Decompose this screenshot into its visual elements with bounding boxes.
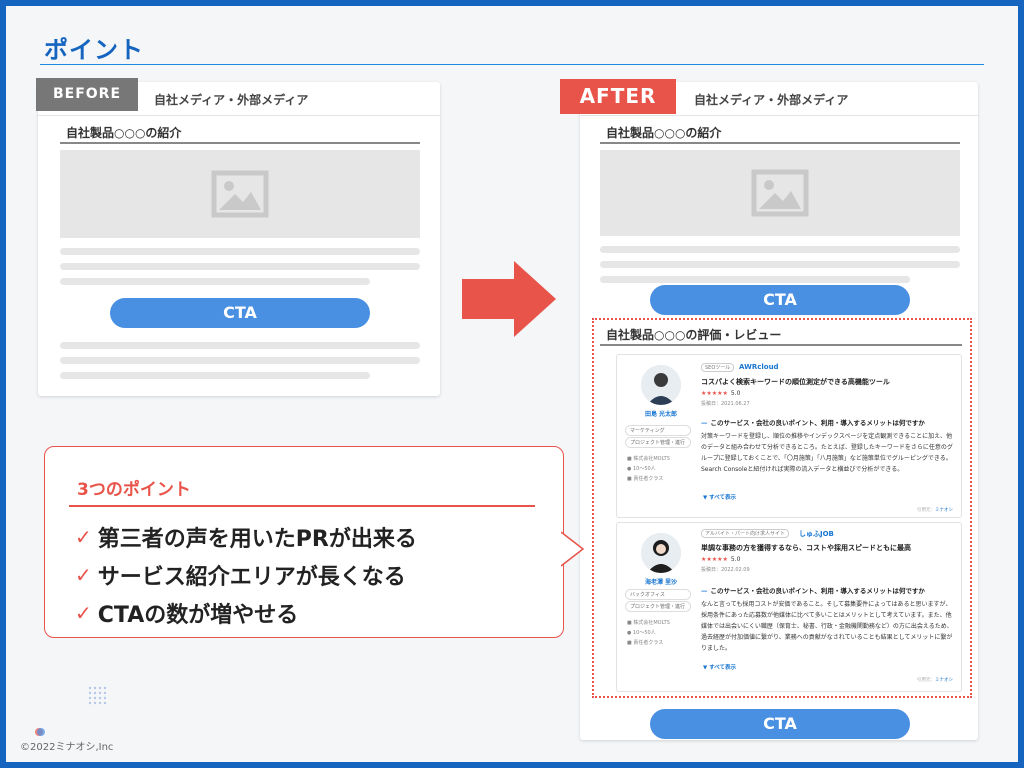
after-section-title: 自社製品○○○の紹介	[600, 124, 960, 144]
avatar	[641, 533, 681, 573]
callout-tail	[561, 531, 585, 567]
check-icon: ✓	[75, 525, 92, 549]
review-headline: 単調な事務の方を獲得するなら、コストや採用スピードともに最高	[701, 544, 911, 552]
before-header-text: 自社メディア・外部メディア	[154, 93, 309, 107]
text-line	[60, 278, 370, 285]
reviewer-role: ■ 責任者クラス	[627, 476, 664, 482]
right-arrow-icon	[462, 261, 556, 337]
review-stars: ★★★★★ 5.0	[701, 390, 741, 397]
check-icon: ✓	[75, 601, 92, 625]
reviewer-tag: マーケティング	[625, 425, 691, 436]
image-placeholder-icon	[751, 169, 809, 217]
review-source: 引用元：ミナオシ	[917, 678, 953, 683]
reviewer-role: ■ 責任者クラス	[627, 640, 664, 646]
text-line	[600, 246, 960, 253]
after-badge: AFTER	[560, 79, 676, 114]
reviewer-company: ■ 株式会社MOLTS	[627, 456, 670, 462]
review-show-more-link[interactable]: ▼ すべて表示	[703, 493, 736, 501]
title-divider	[40, 64, 984, 65]
points-divider	[69, 505, 535, 507]
points-callout: 3つのポイント ✓ 第三者の声を用いたPRが出来る ✓ サービス紹介エリアが長くなる…	[44, 446, 564, 638]
text-line	[60, 248, 420, 255]
reviewer-name: 田島 光太郎	[644, 411, 678, 418]
reviewer-tag: プロジェクト管理・進行	[625, 601, 691, 612]
review-section: 自社製品○○○の評価・レビュー 田島 光太郎 マーケティング プロジェクト管理・…	[592, 318, 972, 698]
slide: ポイント 自社メディア・外部メディア 自社製品○○○の紹介 CTA BEFORE…	[6, 6, 1018, 762]
reviewer-size: ● 10〜50人	[627, 466, 656, 472]
review-question: — このサービス・会社の良いポイント、利用・導入するメリットは何ですか	[701, 587, 925, 595]
before-image-placeholder	[60, 150, 420, 238]
company-logo-icon	[35, 728, 45, 736]
check-icon: ✓	[75, 563, 92, 587]
review-category: アルバイト・パート向け求人サイト	[701, 529, 789, 538]
page-title: ポイント	[44, 36, 144, 64]
before-content: 自社製品○○○の紹介	[60, 124, 420, 285]
after-cta-top-button[interactable]: CTA	[650, 285, 910, 315]
review-show-more-link[interactable]: ▼ すべて表示	[703, 663, 736, 671]
review-body: 対策キーワードを登録し、順位の推移やインデックスページを定点観測できることに加え…	[701, 433, 953, 473]
before-section-title: 自社製品○○○の紹介	[60, 124, 420, 144]
review-category: SEOツール	[701, 363, 735, 372]
reviewer-size: ● 10〜50人	[627, 630, 656, 636]
copyright: ©2022ミナオシ,Inc	[20, 742, 114, 753]
review-headline: コスパよく検索キーワードの順位測定ができる高機能ツール	[701, 378, 890, 386]
review-date: 投稿日：2022.02.09	[701, 567, 750, 573]
reviewer-tag: プロジェクト管理・進行	[625, 437, 691, 448]
text-line	[600, 276, 910, 283]
review-source: 引用元：ミナオシ	[917, 508, 953, 513]
before-bottom-lines	[60, 334, 420, 379]
avatar-person-icon	[641, 533, 681, 573]
point-item: ✓ CTAの数が増やせる	[75, 601, 299, 628]
reviewer-name: 海老澤 里沙	[644, 579, 678, 586]
text-line	[60, 372, 370, 379]
after-header-text: 自社メディア・外部メディア	[694, 93, 849, 107]
point-item: ✓ 第三者の声を用いたPRが出来る	[75, 525, 417, 552]
review-stars: ★★★★★ 5.0	[701, 556, 741, 563]
decorative-dots	[88, 686, 107, 705]
text-line	[60, 357, 420, 364]
review-date: 投稿日：2021.06.27	[701, 401, 750, 407]
after-image-placeholder	[600, 150, 960, 236]
before-badge: BEFORE	[36, 78, 138, 111]
point-item: ✓ サービス紹介エリアが長くなる	[75, 563, 406, 590]
after-cta-bottom-button[interactable]: CTA	[650, 709, 910, 739]
review-card: 海老澤 里沙 バックオフィス プロジェクト管理・進行 ■ 株式会社MOLTS ●…	[616, 522, 962, 692]
review-question: — このサービス・会社の良いポイント、利用・導入するメリットは何ですか	[701, 419, 925, 427]
text-line	[60, 342, 420, 349]
avatar	[641, 365, 681, 405]
points-heading: 3つのポイント	[77, 480, 191, 500]
before-cta-button[interactable]: CTA	[110, 298, 370, 328]
reviewer-company: ■ 株式会社MOLTS	[627, 620, 670, 626]
after-content: 自社製品○○○の紹介	[600, 124, 960, 283]
review-card: 田島 光太郎 マーケティング プロジェクト管理・進行 ■ 株式会社MOLTS ●…	[616, 354, 962, 518]
text-line	[600, 261, 960, 268]
text-line	[60, 263, 420, 270]
review-service[interactable]: しゅふJOB	[799, 529, 834, 539]
review-body: なんと言っても採用コストが安価であること。そして募集要件によってはあると思います…	[701, 601, 953, 652]
review-section-title: 自社製品○○○の評価・レビュー	[600, 326, 962, 346]
review-service[interactable]: AWRcloud	[739, 363, 779, 371]
reviewer-tag: バックオフィス	[625, 589, 691, 600]
after-panel: 自社メディア・外部メディア 自社製品○○○の紹介 CTA 自社製品○○○の評価・…	[580, 82, 978, 740]
image-placeholder-icon	[211, 170, 269, 218]
avatar-person-icon	[641, 365, 681, 405]
before-panel: 自社メディア・外部メディア 自社製品○○○の紹介 CTA	[38, 82, 440, 396]
